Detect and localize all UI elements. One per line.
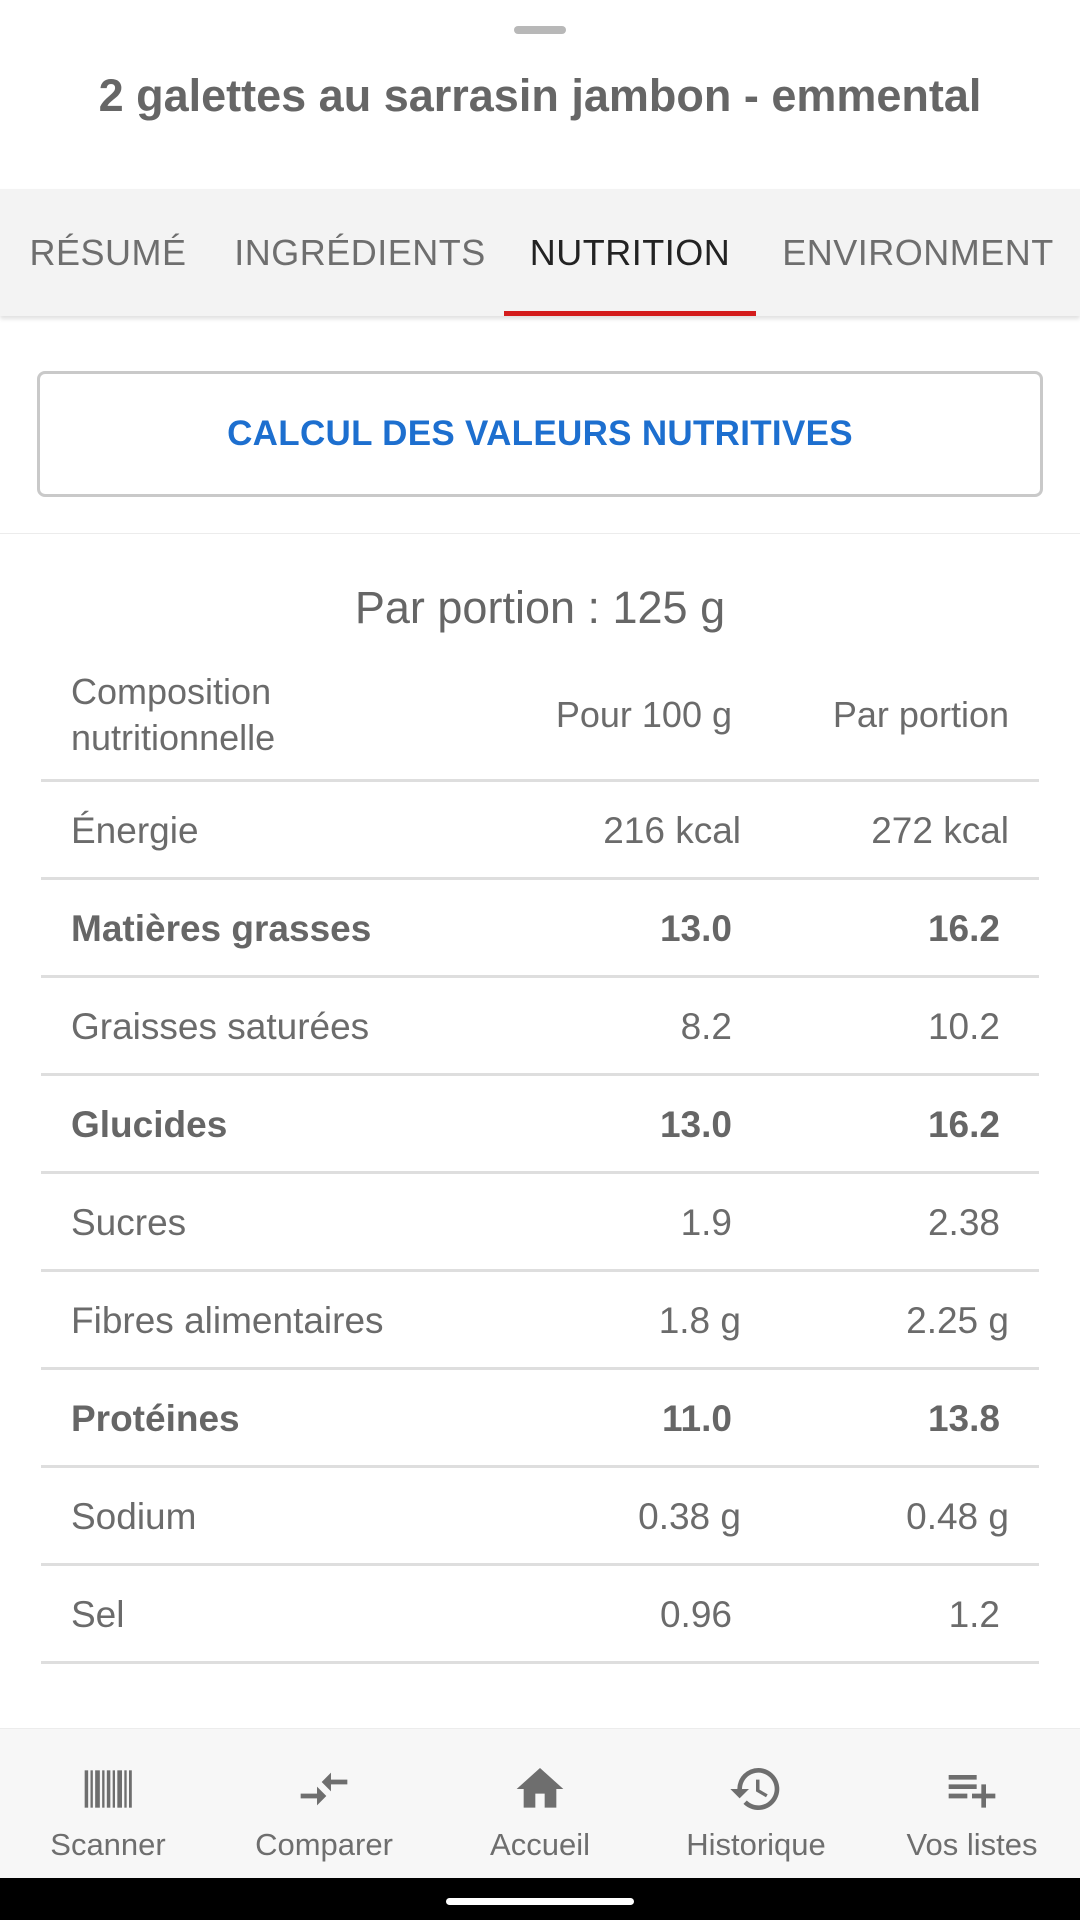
home-gesture-pill[interactable] bbox=[446, 1898, 634, 1905]
product-sheet: 2 galettes au sarrasin jambon - emmental… bbox=[0, 0, 1080, 1920]
value-per-100g: 1.8 g bbox=[658, 1300, 741, 1341]
table-row-energy: Énergie 216 kcal 272 kcal bbox=[41, 782, 1039, 880]
value-per-portion: 10.2 bbox=[927, 1006, 1000, 1047]
nav-label: Vos listes bbox=[906, 1827, 1038, 1862]
calculate-nutrition-button[interactable]: CALCUL DES VALEURS NUTRITIVES bbox=[37, 371, 1043, 497]
nutrient-name: Sucres bbox=[71, 1202, 187, 1243]
tab-nutrition[interactable]: NUTRITION bbox=[504, 189, 756, 316]
value-per-portion: 2.38 bbox=[927, 1202, 1000, 1243]
table-header: Composition nutritionnelle Pour 100 g Pa… bbox=[41, 649, 1039, 782]
nav-label: Scanner bbox=[50, 1827, 166, 1862]
value-per-100g: 1.9 bbox=[680, 1202, 732, 1243]
nutrient-name: Protéines bbox=[71, 1398, 240, 1439]
nav-home[interactable]: Accueil bbox=[432, 1729, 648, 1879]
value-per-portion: 2.25 g bbox=[906, 1300, 1009, 1341]
value-per-100g: 13.0 bbox=[659, 908, 732, 949]
bottom-navigation: Scanner Comparer Accueil Historique Vos … bbox=[0, 1728, 1080, 1878]
value-per-100g: 13.0 bbox=[659, 1104, 732, 1145]
compare-icon bbox=[300, 1772, 348, 1806]
barcode-icon bbox=[84, 1770, 132, 1808]
table-row-sugars: Sucres 1.9 2.38 bbox=[41, 1174, 1039, 1272]
tab-ingredients[interactable]: INGRÉDIENTS bbox=[216, 189, 504, 316]
tab-resume[interactable]: RÉSUMÉ bbox=[0, 189, 216, 316]
value-per-portion: 1.2 bbox=[948, 1594, 1000, 1635]
value-per-portion: 16.2 bbox=[927, 1104, 1000, 1145]
nutrient-name: Matières grasses bbox=[71, 908, 372, 949]
table-row-proteins: Protéines 11.0 13.8 bbox=[41, 1370, 1039, 1468]
nutrient-name: Graisses saturées bbox=[71, 1006, 370, 1047]
product-title: 2 galettes au sarrasin jambon - emmental bbox=[98, 70, 982, 121]
table-row-carbohydrates: Glucides 13.0 16.2 bbox=[41, 1076, 1039, 1174]
table-row-sodium: Sodium 0.38 g 0.48 g bbox=[41, 1468, 1039, 1566]
portion-title: Par portion : 125 g bbox=[354, 582, 726, 633]
value-per-portion: 13.8 bbox=[927, 1398, 1000, 1439]
nutrient-name: Sel bbox=[71, 1594, 125, 1635]
header-per-portion: Par portion bbox=[832, 694, 1009, 735]
nav-scanner[interactable]: Scanner bbox=[0, 1729, 216, 1879]
nav-label: Historique bbox=[686, 1827, 826, 1862]
tab-bar: RÉSUMÉ INGRÉDIENTS NUTRITION ENVIRONMENT bbox=[0, 189, 1080, 316]
value-per-100g: 216 kcal bbox=[603, 810, 741, 851]
value-per-portion: 0.48 g bbox=[906, 1496, 1009, 1537]
nutrient-name: Glucides bbox=[71, 1104, 228, 1145]
nav-history[interactable]: Historique bbox=[648, 1729, 864, 1879]
tab-environment[interactable]: ENVIRONMENT bbox=[756, 189, 1080, 316]
nav-lists[interactable]: Vos listes bbox=[864, 1729, 1080, 1879]
value-per-100g: 0.96 bbox=[659, 1594, 732, 1635]
nutrition-table: Composition nutritionnelle Pour 100 g Pa… bbox=[41, 649, 1039, 1664]
value-per-100g: 11.0 bbox=[662, 1398, 732, 1439]
value-per-100g: 8.2 bbox=[680, 1006, 732, 1047]
value-per-portion: 16.2 bbox=[927, 908, 1000, 949]
history-icon bbox=[730, 1768, 780, 1810]
nutrient-name: Énergie bbox=[71, 810, 199, 851]
nav-label: Comparer bbox=[255, 1827, 393, 1862]
playlist-add-icon bbox=[948, 1775, 996, 1808]
table-row-fat: Matières grasses 13.0 16.2 bbox=[41, 880, 1039, 978]
drag-handle[interactable] bbox=[514, 26, 566, 34]
nav-label: Accueil bbox=[490, 1827, 590, 1862]
home-icon bbox=[516, 1768, 564, 1808]
table-row-saturated-fat: Graisses saturées 8.2 10.2 bbox=[41, 978, 1039, 1076]
value-per-100g: 0.38 g bbox=[638, 1496, 741, 1537]
nutrition-card: Par portion : 125 g Composition nutritio… bbox=[0, 533, 1080, 1728]
header-per-100g: Pour 100 g bbox=[555, 694, 732, 735]
header-composition: Composition nutritionnelle bbox=[71, 671, 276, 758]
nutrient-name: Fibres alimentaires bbox=[71, 1300, 384, 1341]
nav-compare[interactable]: Comparer bbox=[216, 1729, 432, 1879]
table-row-fiber: Fibres alimentaires 1.8 g 2.25 g bbox=[41, 1272, 1039, 1370]
table-row-salt: Sel 0.96 1.2 bbox=[41, 1566, 1039, 1664]
value-per-portion: 272 kcal bbox=[871, 810, 1009, 851]
nutrient-name: Sodium bbox=[71, 1496, 197, 1537]
